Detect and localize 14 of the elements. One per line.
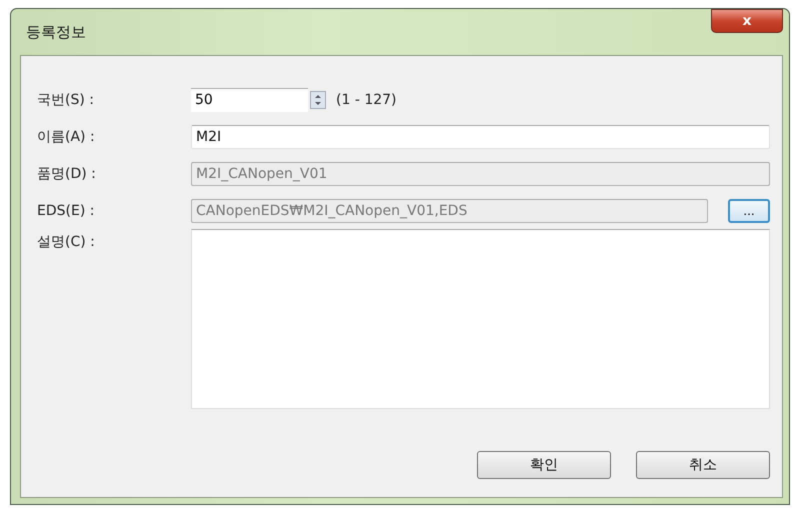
range-hint: (1 - 127)	[336, 92, 397, 108]
field-label: 설명(C) :	[37, 233, 95, 251]
field-label: 품명(D) :	[37, 164, 97, 182]
window-title: 등록정보	[25, 22, 86, 42]
spinner-icon[interactable]	[310, 90, 326, 108]
description-field[interactable]	[191, 229, 770, 409]
field-label: EDS(E) :	[37, 202, 96, 218]
ok-button[interactable]: 확인	[477, 451, 611, 479]
cancel-button[interactable]: 취소	[636, 451, 770, 479]
field-label: 국번(S) :	[37, 90, 95, 108]
input-field[interactable]: M2I	[191, 124, 770, 148]
close-button[interactable]: x	[711, 9, 783, 33]
field-label: 이름(A) :	[37, 128, 96, 146]
number-field[interactable]: 50	[191, 88, 308, 112]
